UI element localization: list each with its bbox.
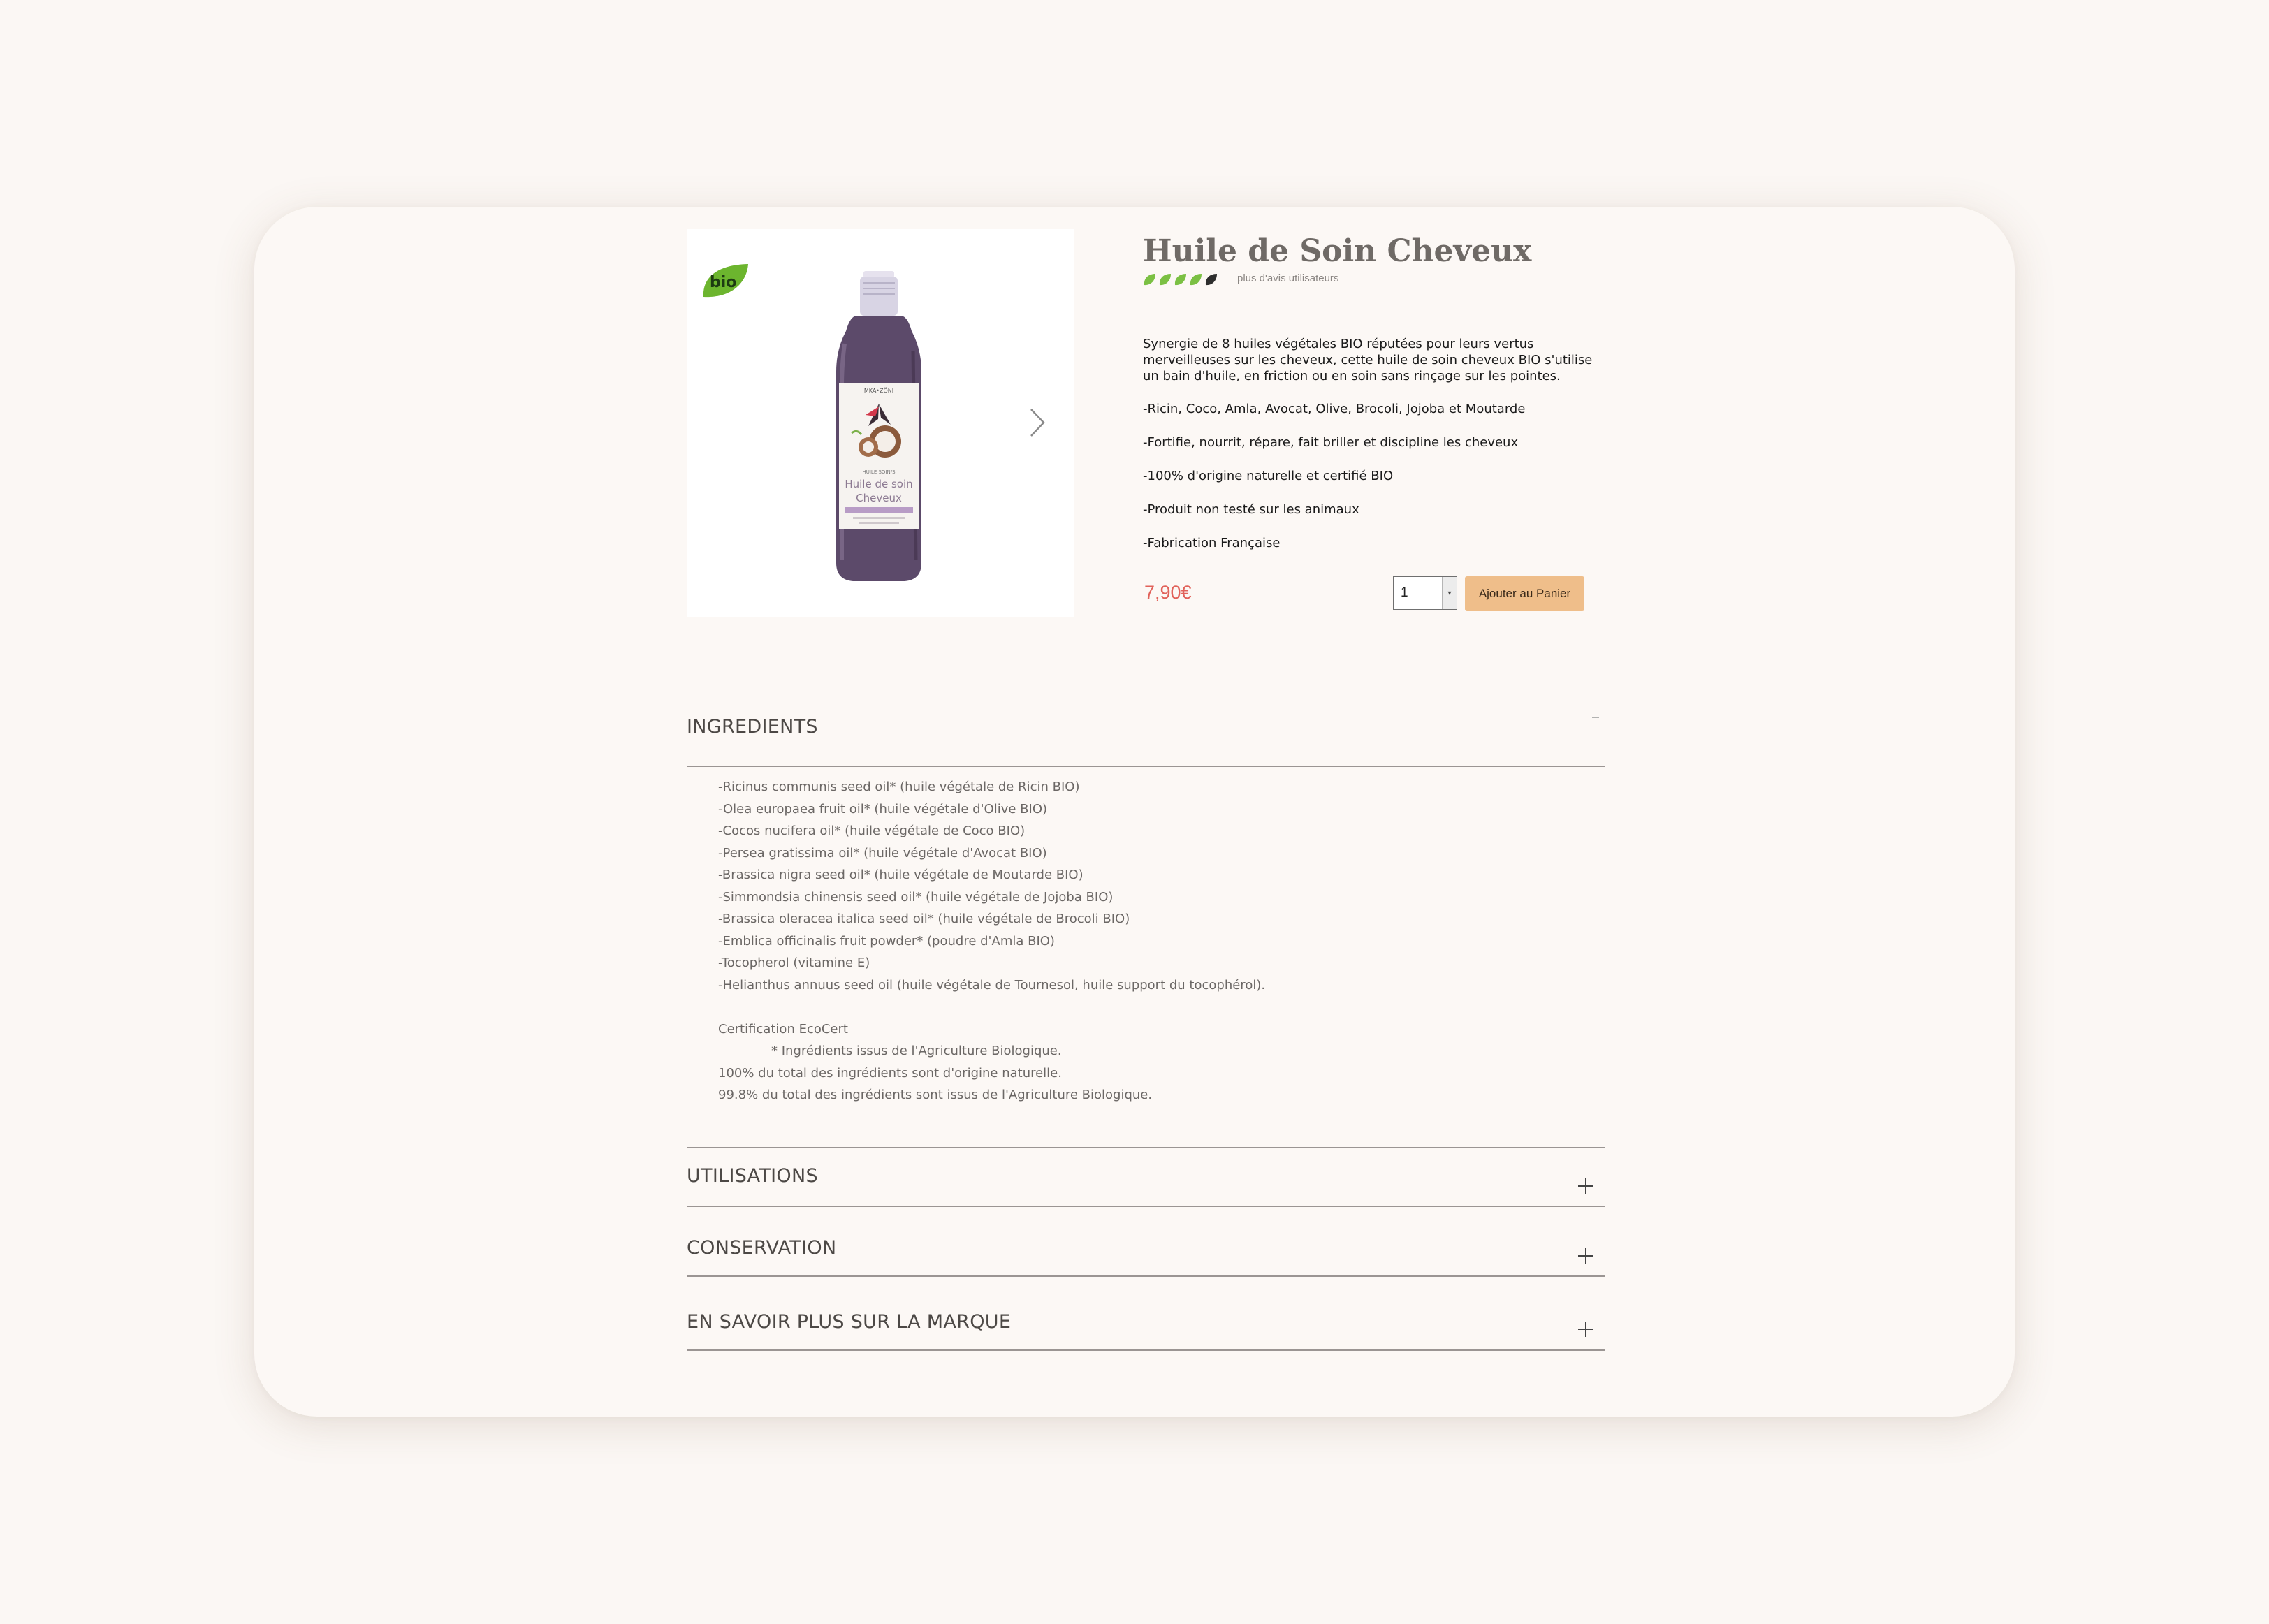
ingredient-item: -Helianthus annuus seed oil (huile végét…: [718, 977, 1266, 993]
product-image-gallery: bio MKA•ZÖNI HUILE SOIN/S Huile de soin …: [687, 229, 1074, 617]
ingredient-item: -Tocopherol (vitamine E): [718, 956, 870, 970]
rating-note-link[interactable]: plus d'avis utilisateurs: [1237, 272, 1338, 284]
bio-badge-label: bio: [710, 274, 736, 291]
organic-note: * Ingrédients issus de l'Agriculture Bio…: [771, 1044, 1062, 1058]
divider: [687, 1206, 1605, 1207]
next-image-button[interactable]: [1027, 405, 1048, 440]
ingredient-item: -Cocos nucifera oil* (huile végétale de …: [718, 824, 1026, 838]
bottle-brand: MKA•ZÖNI: [864, 387, 893, 394]
ingredient-item: -Olea europaea fruit oil* (huile végétal…: [718, 801, 1048, 817]
ingredient-item: -Persea gratissima oil* (huile végétale …: [718, 845, 1047, 861]
leaf-icon: [1205, 274, 1217, 286]
ingredients-list: -Ricinus communis seed oil* (huile végét…: [718, 776, 1265, 1106]
product-title: Huile de Soin Cheveux: [1143, 233, 1532, 269]
organic-origin-text: 99.8% du total des ingrédients sont issu…: [718, 1088, 1153, 1102]
plus-icon[interactable]: [1575, 1319, 1596, 1340]
accordion-ingredients-header[interactable]: INGREDIENTS: [687, 716, 818, 738]
add-to-cart-button[interactable]: Ajouter au Panier: [1465, 576, 1584, 611]
chevron-right-icon: [1030, 409, 1045, 437]
ingredient-item: -Ricinus communis seed oil* (huile végét…: [718, 780, 1080, 794]
plus-icon[interactable]: [1575, 1245, 1596, 1266]
feature-item: -Produit non testé sur les animaux: [1143, 502, 1359, 517]
quantity-stepper[interactable]: 1 ▾: [1393, 576, 1457, 610]
product-price: 7,90€: [1144, 582, 1192, 603]
divider: [687, 1349, 1605, 1351]
rating-leaves[interactable]: [1143, 272, 1220, 287]
accordion-brand-header[interactable]: EN SAVOIR PLUS SUR LA MARQUE: [687, 1311, 1011, 1333]
feature-item: -Fortifie, nourrit, répare, fait briller…: [1143, 435, 1519, 450]
bottle-name-line2: Cheveux: [856, 492, 902, 504]
minus-icon[interactable]: [1585, 707, 1606, 728]
leaf-badge-icon: bio: [703, 264, 748, 298]
product-image: MKA•ZÖNI HUILE SOIN/S Huile de soin Chev…: [826, 267, 931, 584]
certification-text: Certification EcoCert: [718, 1021, 848, 1037]
product-description: Synergie de 8 huiles végétales BIO réput…: [1143, 336, 1597, 569]
divider: [687, 766, 1605, 767]
bio-badge: bio: [701, 262, 750, 300]
divider: [687, 1147, 1605, 1148]
caret-down-icon[interactable]: ▾: [1442, 577, 1457, 609]
ingredient-item: -Simmondsia chinensis seed oil* (huile v…: [718, 889, 1114, 905]
accordion-utilisations-header[interactable]: UTILISATIONS: [687, 1165, 818, 1187]
ingredient-item: -Brassica nigra seed oil* (huile végétal…: [718, 868, 1084, 882]
feature-item: -100% d'origine naturelle et certifié BI…: [1143, 469, 1394, 483]
ingredient-item: -Emblica officinalis fruit powder* (poud…: [718, 933, 1055, 949]
feature-item: -Fabrication Française: [1143, 536, 1281, 550]
ingredient-item: -Brassica oleracea italica seed oil* (hu…: [718, 912, 1130, 926]
bottle-range: HUILE SOIN/S: [862, 469, 896, 475]
leaf-icon: [1174, 274, 1186, 286]
quantity-input[interactable]: 1: [1394, 577, 1442, 609]
plus-icon[interactable]: [1575, 1176, 1596, 1197]
accordion-conservation-header[interactable]: CONSERVATION: [687, 1237, 836, 1259]
feature-item: -Ricin, Coco, Amla, Avocat, Olive, Broco…: [1143, 402, 1526, 416]
natural-origin-text: 100% du total des ingrédients sont d'ori…: [718, 1065, 1062, 1081]
bottle-name-line1: Huile de soin: [845, 478, 912, 490]
leaf-icon: [1144, 274, 1155, 286]
leaf-icon: [1159, 274, 1171, 286]
leaf-icon: [1190, 274, 1202, 286]
divider: [687, 1275, 1605, 1277]
description-text: Synergie de 8 huiles végétales BIO réput…: [1143, 337, 1593, 383]
